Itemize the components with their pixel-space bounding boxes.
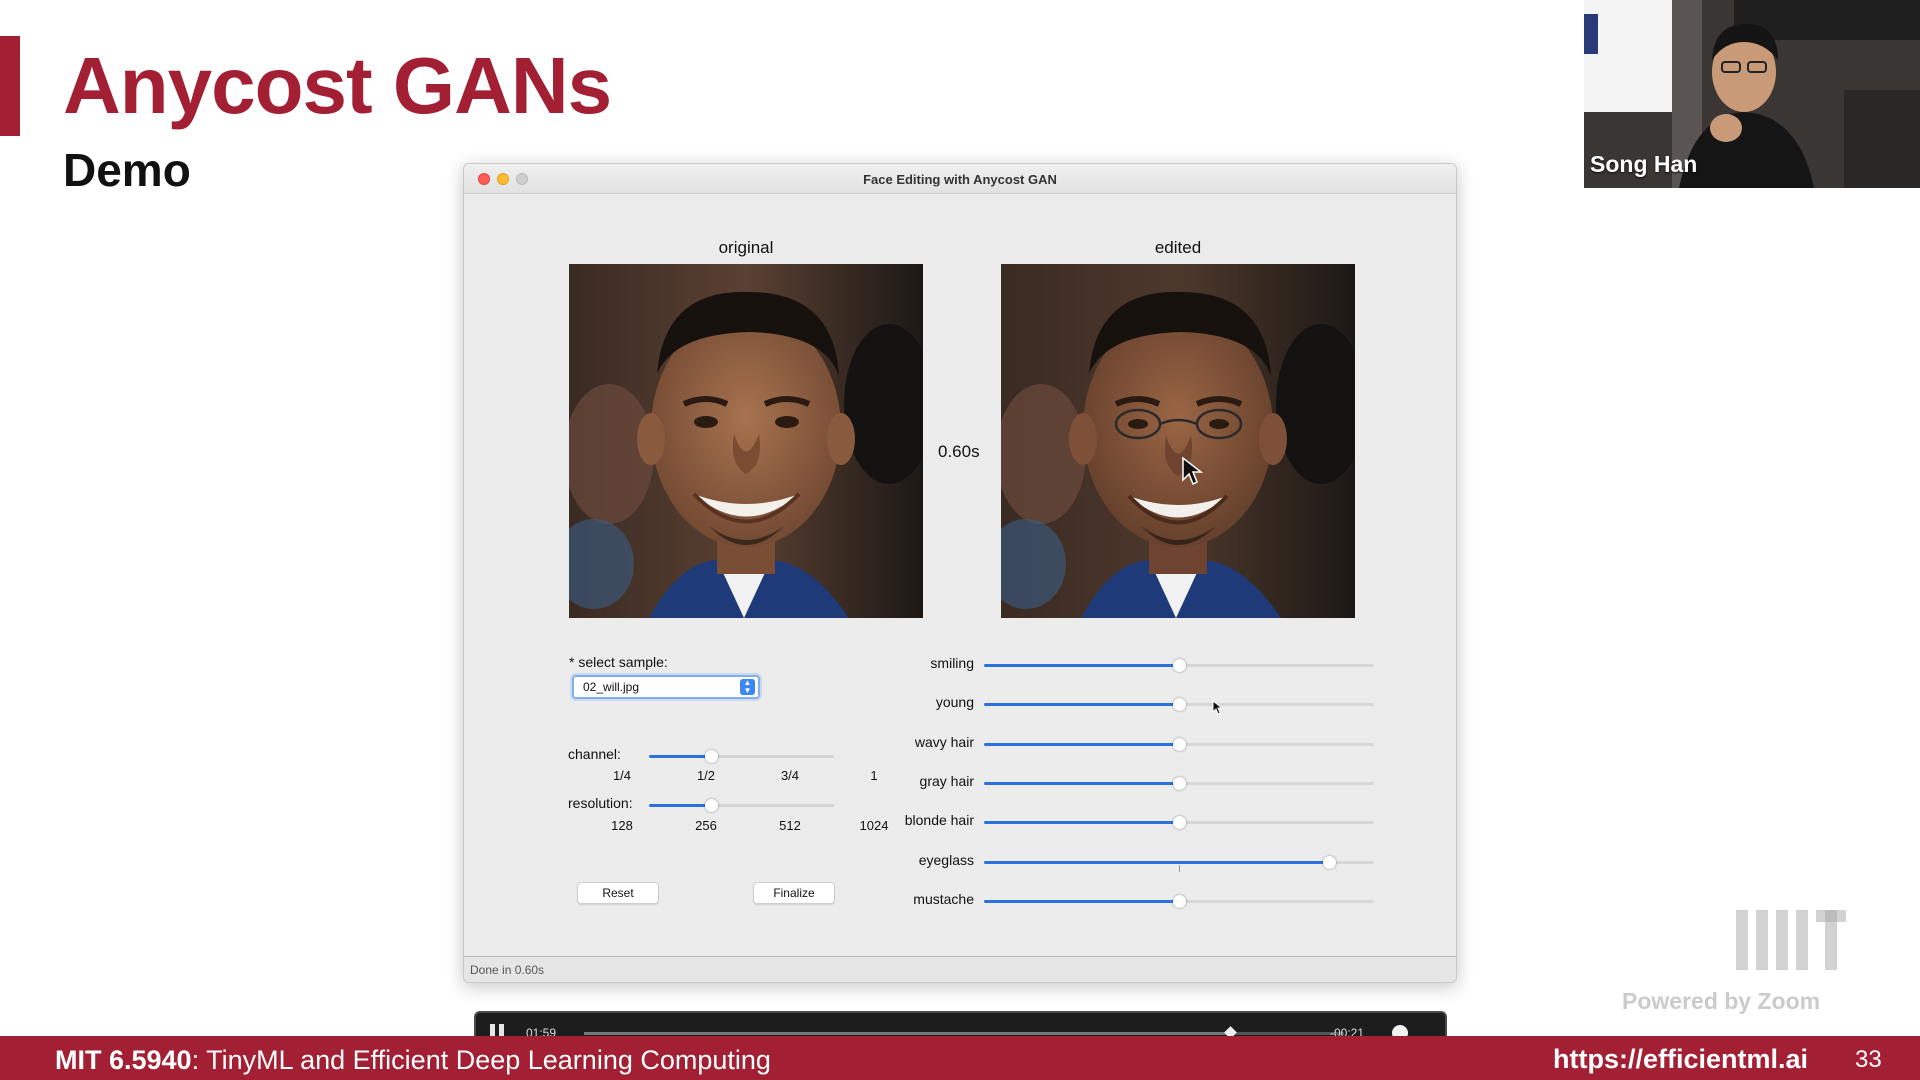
channel-slider-fill xyxy=(649,755,711,758)
edited-label: edited xyxy=(1154,238,1202,257)
attribute-slider[interactable] xyxy=(984,698,1374,712)
attribute-slider-knob[interactable] xyxy=(1323,855,1337,869)
original-label: original xyxy=(718,238,774,257)
channel-tick-label: 1/4 xyxy=(612,768,632,783)
course-name: : TinyML and Efficient Deep Learning Com… xyxy=(191,1045,771,1075)
finalize-button[interactable]: Finalize xyxy=(753,882,835,904)
attribute-slider-fill xyxy=(984,664,1179,667)
slide-subtitle: Demo xyxy=(63,144,191,196)
mouse-cursor-icon xyxy=(1182,456,1203,486)
attribute-slider-knob[interactable] xyxy=(1173,894,1186,908)
channel-tick-label: 1/2 xyxy=(696,768,716,783)
pointer-cursor-icon xyxy=(1212,700,1224,715)
original-face-image xyxy=(569,264,923,618)
slide: Anycost GANs Demo Face Editing with Anyc… xyxy=(0,0,1920,1080)
course-url[interactable]: https://efficientml.ai xyxy=(1553,1044,1808,1075)
attribute-label: smiling xyxy=(930,655,974,671)
attribute-slider[interactable] xyxy=(984,894,1374,908)
slide-title: Anycost GANs xyxy=(63,41,612,130)
select-sample-label: * select sample: xyxy=(569,654,668,670)
resolution-slider-knob[interactable] xyxy=(704,799,718,812)
resolution-slider-fill xyxy=(649,804,711,807)
seek-bar[interactable] xyxy=(584,1026,1344,1039)
channel-tick-label: 3/4 xyxy=(780,768,800,783)
speaker-video: Song Han xyxy=(1584,0,1920,188)
attribute-label: eyeglass xyxy=(918,851,974,868)
attribute-label: young xyxy=(935,694,974,711)
speaker-name: Song Han xyxy=(1590,151,1698,177)
attribute-slider-fill xyxy=(984,781,1179,785)
attribute-slider[interactable] xyxy=(984,776,1374,790)
attribute-slider-knob[interactable] xyxy=(1173,776,1186,790)
attribute-slider-fill xyxy=(984,899,1179,903)
course-title: MIT 6.5940: TinyML and Efficient Deep Le… xyxy=(55,1045,771,1076)
attribute-slider-fill xyxy=(984,742,1179,746)
attribute-label: mustache xyxy=(913,890,974,907)
window-title: Face Editing with Anycost GAN xyxy=(863,172,1057,187)
attribute-slider-fill xyxy=(984,821,1179,825)
attribute-label: gray hair xyxy=(919,772,974,789)
resolution-tick-label: 256 xyxy=(695,818,717,833)
page-number: 33 xyxy=(1855,1046,1882,1073)
resolution-slider[interactable] xyxy=(649,799,834,812)
reset-button[interactable]: Reset xyxy=(577,882,659,904)
attribute-center-tick xyxy=(1179,864,1180,872)
channel-slider[interactable] xyxy=(649,750,834,763)
status-bar: Done in 0.60s xyxy=(464,956,1456,982)
slide-footer: MIT 6.5940: TinyML and Efficient Deep Le… xyxy=(0,1036,1920,1080)
course-code: MIT 6.5940 xyxy=(55,1045,192,1075)
attribute-label: blonde hair xyxy=(904,812,974,829)
sample-select[interactable]: 02_will.jpg ▲ ▼ xyxy=(572,675,760,699)
zoom-watermark: Powered by Zoom xyxy=(1622,988,1821,1014)
resolution-label: resolution: xyxy=(568,795,633,811)
resolution-tick-label: 512 xyxy=(779,818,801,833)
channel-slider-knob[interactable] xyxy=(704,750,718,763)
attribute-slider[interactable] xyxy=(984,737,1374,751)
attribute-slider-knob[interactable] xyxy=(1173,698,1186,712)
select-updown-icon: ▲ ▼ xyxy=(740,679,755,695)
channel-label: channel: xyxy=(568,746,621,762)
attribute-label: wavy hair xyxy=(914,733,974,750)
inference-time: 0.60s xyxy=(938,442,980,461)
face-editing-window: Face Editing with Anycost GAN original e… xyxy=(463,163,1457,983)
attribute-slider[interactable] xyxy=(984,816,1374,830)
sample-select-value: 02_will.jpg xyxy=(583,680,640,694)
seek-bar-fill xyxy=(584,1032,1230,1035)
window-titlebar[interactable]: Face Editing with Anycost GAN xyxy=(464,164,1456,194)
attribute-slider-knob[interactable] xyxy=(1173,737,1186,751)
title-accent-bar xyxy=(0,36,20,136)
attribute-slider[interactable] xyxy=(984,855,1374,872)
edited-face-image xyxy=(1001,264,1355,618)
attribute-slider-knob[interactable] xyxy=(1173,659,1186,672)
resolution-tick-label: 128 xyxy=(611,818,633,833)
attribute-slider[interactable] xyxy=(984,659,1374,672)
attribute-slider-knob[interactable] xyxy=(1173,816,1186,830)
attribute-slider-fill xyxy=(984,860,1330,864)
attribute-slider-fill xyxy=(984,703,1179,707)
